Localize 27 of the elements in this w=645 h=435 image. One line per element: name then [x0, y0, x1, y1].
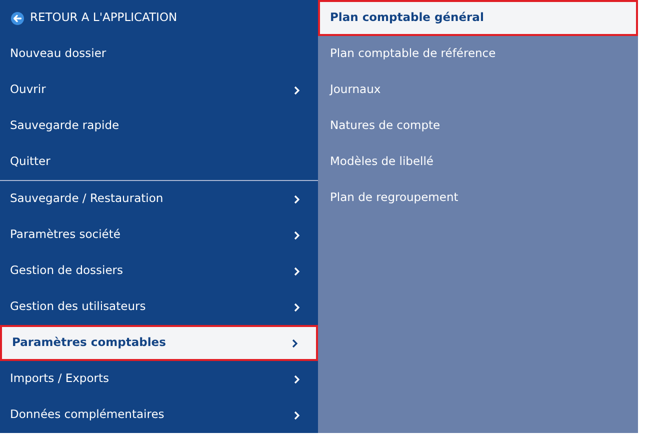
menu-item[interactable]: Gestion de dossiers — [0, 253, 318, 289]
submenu-item[interactable]: Plan comptable général — [318, 0, 638, 36]
chevron-right-icon — [294, 194, 300, 204]
menu-item[interactable]: Sauvegarde rapide — [0, 108, 318, 144]
submenu-item[interactable]: Plan de regroupement — [318, 180, 638, 216]
submenu-item[interactable]: Plan comptable de référence — [318, 36, 638, 72]
menu-item[interactable]: Données complémentaires — [0, 397, 318, 433]
chevron-right-icon — [294, 302, 300, 312]
menu-item[interactable]: Paramètres société — [0, 217, 318, 253]
menu-item[interactable]: Quitter — [0, 144, 318, 180]
chevron-right-icon — [294, 230, 300, 240]
chevron-right-icon — [294, 86, 300, 94]
chevron-right-icon — [292, 338, 298, 348]
chevron-right-icon — [294, 374, 300, 384]
submenu-item[interactable]: Natures de compte — [318, 108, 638, 144]
chevron-right-icon — [294, 410, 300, 420]
menu-item[interactable]: Ouvrir — [0, 72, 318, 108]
menu-item[interactable]: Nouveau dossier — [0, 36, 318, 72]
menu-item[interactable]: Paramètres comptables — [0, 325, 318, 361]
chevron-right-icon — [294, 266, 300, 276]
back-link[interactable]: RETOUR A L'APPLICATION — [0, 0, 318, 36]
submenu-item[interactable]: Modèles de libellé — [318, 144, 638, 180]
menu-item[interactable]: Gestion des utilisateurs — [0, 289, 318, 325]
submenu-item[interactable]: Journaux — [318, 72, 638, 108]
back-arrow-icon — [11, 12, 24, 24]
menu-item[interactable]: Sauvegarde / Restauration — [0, 181, 318, 217]
menu-item[interactable]: Imports / Exports — [0, 361, 318, 397]
